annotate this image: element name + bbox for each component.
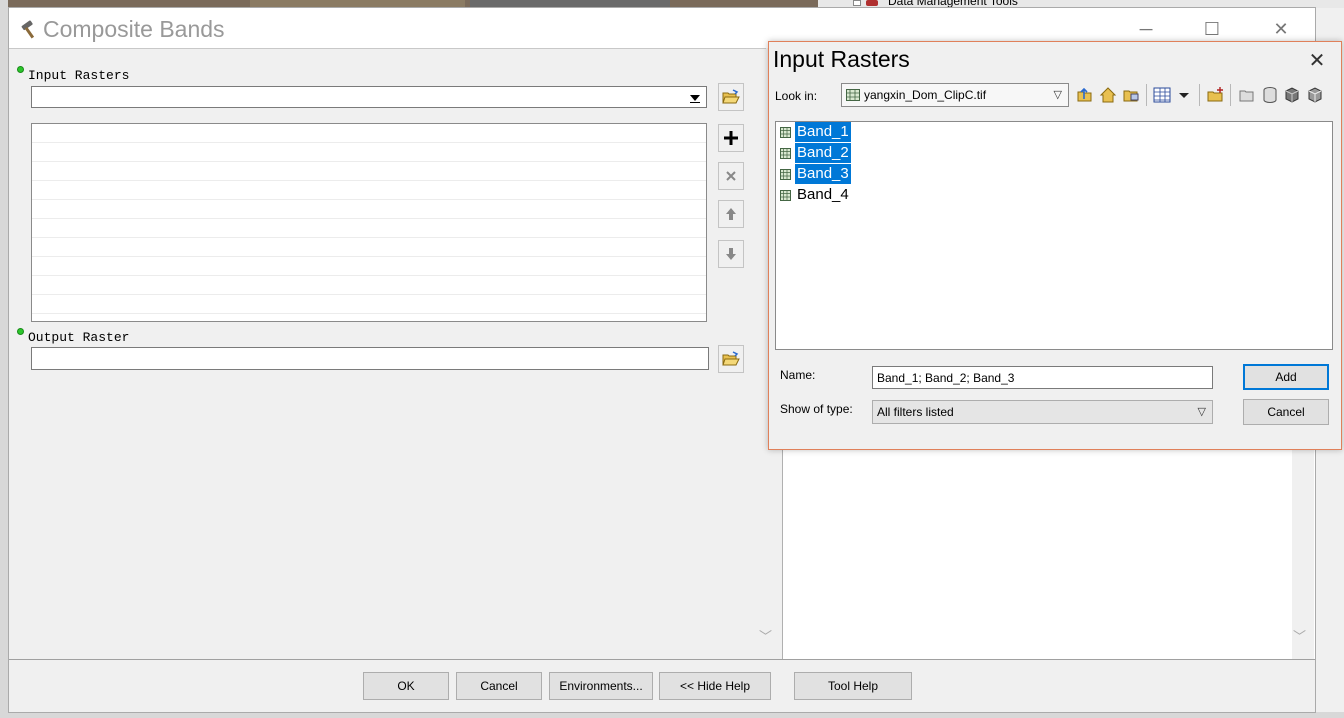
output-raster-field[interactable] bbox=[31, 347, 709, 370]
look-in-label: Look in: bbox=[775, 89, 818, 103]
file-item-name: Band_4 bbox=[797, 186, 849, 203]
file-list[interactable]: Band_1 Band_2 Band_3 Band_4 bbox=[775, 121, 1333, 350]
list-item[interactable] bbox=[32, 219, 706, 238]
output-raster-label-text: Output Raster bbox=[28, 330, 130, 345]
catalog-folder-icon[interactable] bbox=[1238, 86, 1256, 104]
move-down-button[interactable] bbox=[718, 240, 744, 268]
browse-input-button[interactable] bbox=[718, 83, 744, 111]
list-item[interactable]: Band_3 bbox=[780, 164, 851, 184]
x-icon bbox=[726, 171, 736, 181]
dialog-title: Input Rasters bbox=[773, 46, 910, 72]
help-scroll-down-icon[interactable]: ﹀ bbox=[1293, 626, 1306, 645]
raster-grid-icon bbox=[846, 89, 860, 101]
show-of-type-value: All filters listed bbox=[877, 405, 954, 419]
new-folder-icon[interactable] bbox=[1207, 86, 1225, 104]
plus-icon bbox=[724, 131, 738, 145]
close-button[interactable]: ✕ bbox=[1268, 16, 1294, 42]
cancel-button[interactable]: Cancel bbox=[456, 672, 542, 700]
button-bar: OK Cancel Environments... << Hide Help T… bbox=[9, 659, 1315, 712]
look-in-value: yangxin_Dom_ClipC.tif bbox=[864, 88, 987, 102]
list-item[interactable] bbox=[32, 124, 706, 143]
data-server-icon[interactable] bbox=[1306, 86, 1324, 104]
file-item-name: Band_3 bbox=[795, 164, 851, 184]
show-of-type-label: Show of type: bbox=[780, 402, 853, 416]
dialog-cancel-button[interactable]: Cancel bbox=[1243, 399, 1329, 425]
look-in-combo[interactable]: yangxin_Dom_ClipC.tif ▽ bbox=[841, 83, 1069, 107]
list-item[interactable]: Band_2 bbox=[780, 143, 851, 163]
tool-help-button[interactable]: Tool Help bbox=[794, 672, 912, 700]
move-up-button[interactable] bbox=[718, 200, 744, 228]
open-folder-icon bbox=[722, 351, 740, 366]
add-button[interactable]: Add bbox=[1243, 364, 1329, 390]
connect-folder-icon[interactable] bbox=[1122, 86, 1140, 104]
environments-button[interactable]: Environments... bbox=[549, 672, 653, 700]
database-icon[interactable] bbox=[1261, 86, 1279, 104]
home-icon[interactable] bbox=[1099, 86, 1117, 104]
maximize-button[interactable]: ☐ bbox=[1199, 16, 1225, 42]
add-item-button[interactable] bbox=[718, 124, 744, 152]
list-item[interactable]: Band_1 bbox=[780, 122, 851, 142]
file-item-name: Band_2 bbox=[795, 143, 851, 163]
ok-button[interactable]: OK bbox=[363, 672, 449, 700]
chevron-down-icon: ▽ bbox=[1053, 89, 1062, 101]
chevron-down-icon: ▽ bbox=[1197, 406, 1206, 418]
required-indicator-icon bbox=[17, 328, 24, 335]
dropdown-arrow-icon[interactable] bbox=[690, 95, 700, 103]
input-rasters-label: Input Rasters bbox=[17, 66, 129, 83]
raster-grid-icon bbox=[780, 189, 791, 201]
raster-grid-icon bbox=[780, 126, 791, 138]
input-rasters-list[interactable] bbox=[31, 123, 707, 322]
open-folder-icon bbox=[722, 89, 740, 104]
name-field[interactable]: Band_1; Band_2; Band_3 bbox=[872, 366, 1213, 389]
window-title: Composite Bands bbox=[43, 16, 225, 42]
toolbox-icon bbox=[866, 0, 878, 6]
input-rasters-label-text: Input Rasters bbox=[28, 68, 130, 83]
list-view-icon[interactable] bbox=[1153, 86, 1171, 104]
input-rasters-dialog: Input Rasters ✕ Look in: yangxin_Dom_Cli… bbox=[768, 41, 1342, 450]
arrow-up-icon bbox=[726, 208, 736, 220]
background-edge bbox=[0, 0, 8, 718]
list-item[interactable] bbox=[32, 162, 706, 181]
list-item[interactable] bbox=[32, 238, 706, 257]
raster-grid-icon bbox=[780, 147, 791, 159]
list-item[interactable] bbox=[32, 295, 706, 314]
list-item[interactable] bbox=[32, 200, 706, 219]
view-options-chevron-icon[interactable] bbox=[1175, 86, 1193, 104]
input-rasters-combo[interactable] bbox=[31, 86, 707, 108]
arrow-down-icon bbox=[726, 248, 736, 260]
raster-grid-icon bbox=[780, 168, 791, 180]
minimize-button[interactable]: ─ bbox=[1133, 16, 1159, 42]
remove-item-button[interactable] bbox=[718, 162, 744, 190]
list-item[interactable] bbox=[32, 257, 706, 276]
toolbar-separator bbox=[1230, 84, 1231, 106]
output-raster-label: Output Raster bbox=[17, 328, 129, 345]
server-connection-icon[interactable] bbox=[1283, 86, 1301, 104]
list-item[interactable] bbox=[32, 143, 706, 162]
name-label: Name: bbox=[780, 368, 816, 382]
tree-collapse-icon bbox=[853, 0, 861, 6]
file-item-name: Band_1 bbox=[795, 122, 851, 142]
required-indicator-icon bbox=[17, 66, 24, 73]
list-item[interactable] bbox=[32, 181, 706, 200]
show-of-type-combo[interactable]: All filters listed ▽ bbox=[872, 400, 1213, 424]
hide-help-button[interactable]: << Hide Help bbox=[659, 672, 771, 700]
hammer-icon bbox=[21, 20, 35, 39]
scroll-down-icon[interactable]: ﹀ bbox=[759, 626, 772, 645]
toolbar-separator bbox=[1199, 84, 1200, 106]
list-item[interactable] bbox=[32, 276, 706, 295]
dialog-close-button[interactable]: ✕ bbox=[1303, 48, 1331, 72]
toolbar-separator bbox=[1146, 84, 1147, 106]
browse-output-button[interactable] bbox=[718, 345, 744, 373]
up-one-level-icon[interactable] bbox=[1076, 86, 1094, 104]
list-item[interactable]: Band_4 bbox=[780, 185, 851, 205]
